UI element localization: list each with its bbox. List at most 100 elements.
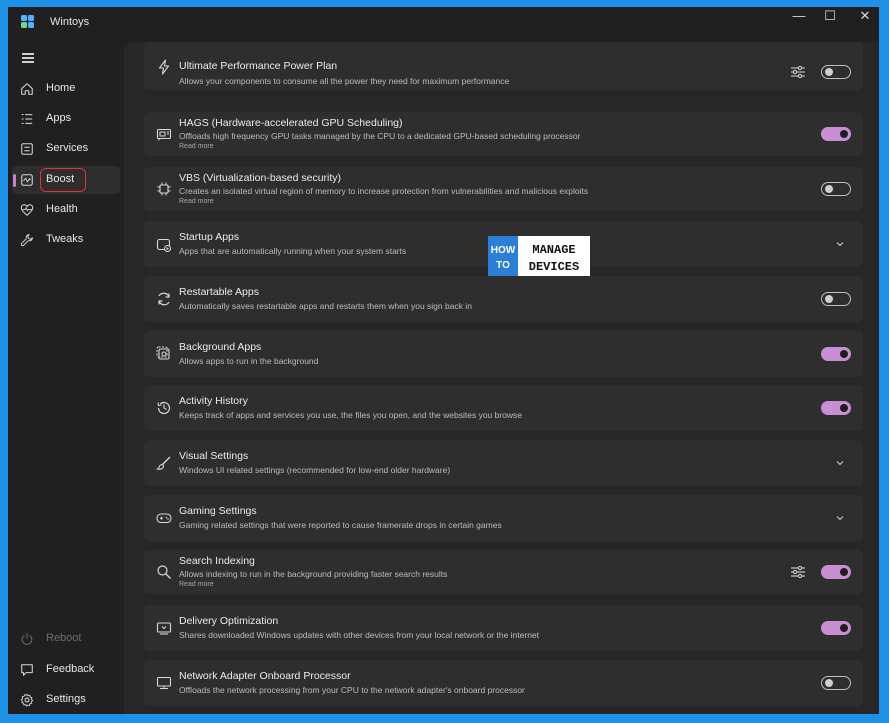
setting-title: Visual Settings: [179, 450, 249, 462]
network-adapter-toggle[interactable]: [821, 676, 851, 690]
sidebar-item-health[interactable]: Health: [12, 196, 120, 224]
setting-title: Search Indexing: [179, 555, 255, 567]
setting-description: Windows UI related settings (recommended…: [179, 465, 451, 475]
sidebar-item-label: Health: [46, 203, 78, 215]
gamepad-icon: [156, 513, 172, 524]
svg-text:TO: TO: [496, 260, 510, 271]
services-icon: [21, 143, 33, 155]
setting-card-search-indexing: Search Indexing Allows indexing to run i…: [144, 550, 863, 594]
sidebar-item-label: Settings: [46, 693, 86, 705]
highlight-annotation: [40, 168, 86, 192]
setting-description: Shares downloaded Windows updates with o…: [179, 630, 540, 640]
hags-toggle[interactable]: [821, 127, 851, 141]
startup-apps-icon: [156, 238, 171, 252]
refresh-icon: [158, 292, 170, 306]
delivery-optimization-icon: [156, 622, 172, 635]
ultimate-performance-toggle[interactable]: [821, 65, 851, 79]
sidebar-item-apps[interactable]: Apps: [12, 105, 120, 133]
background-apps-icon: [156, 346, 170, 360]
sidebar-item-reboot: Reboot: [12, 625, 120, 653]
setting-card-restartable-apps: Restartable Apps Automatically saves res…: [144, 276, 863, 322]
setting-description: Apps that are automatically running when…: [179, 246, 407, 256]
delivery-optimization-toggle[interactable]: [821, 621, 851, 635]
setting-card-visual-settings[interactable]: Visual Settings Windows UI related setti…: [144, 440, 863, 486]
sidebar-item-services[interactable]: Services: [12, 135, 120, 163]
setting-title: Background Apps: [179, 341, 262, 353]
sidebar-item-label: Home: [46, 82, 76, 94]
tune-settings-icon[interactable]: [791, 566, 805, 578]
window-title: Wintoys: [50, 16, 90, 28]
sidebar-item-label: Feedback: [46, 663, 95, 675]
svg-text:MANAGE: MANAGE: [532, 243, 575, 257]
network-adapter-icon: [156, 676, 172, 690]
sidebar-item-label: Tweaks: [46, 233, 84, 245]
svg-text:HOW: HOW: [491, 245, 516, 256]
setting-title: Delivery Optimization: [179, 615, 279, 627]
vbs-toggle[interactable]: [821, 182, 851, 196]
setting-card-delivery-optimization: Delivery Optimization Shares downloaded …: [144, 605, 863, 651]
setting-card-network-adapter: Network Adapter Onboard Processor Offloa…: [144, 660, 863, 706]
heart-pulse-icon: [20, 204, 34, 216]
howtomanagedevices-watermark-logo: HOW TO MANAGE DEVICES: [488, 236, 590, 276]
setting-title: VBS (Virtualization-based security): [179, 172, 342, 184]
sidebar-item-tweaks[interactable]: Tweaks: [12, 226, 120, 254]
search-indexing-toggle[interactable]: [821, 565, 851, 579]
sidebar-item-feedback[interactable]: Feedback: [12, 656, 120, 684]
home-icon: [21, 83, 33, 95]
boost-icon: [21, 174, 33, 186]
setting-description: Keeps track of apps and services you use…: [179, 410, 523, 420]
background-apps-toggle[interactable]: [821, 347, 851, 361]
chevron-down-icon[interactable]: [835, 459, 845, 467]
feedback-icon: [21, 664, 33, 676]
read-more-link[interactable]: Read more: [179, 581, 214, 588]
read-more-link[interactable]: Read more: [179, 198, 214, 205]
chip-icon: [157, 182, 171, 196]
setting-card-ultimate-performance: Ultimate Performance Power Plan Allows y…: [144, 42, 863, 90]
setting-title: Activity History: [179, 395, 248, 407]
setting-description: Gaming related settings that were report…: [179, 520, 502, 530]
gpu-icon: [156, 128, 172, 141]
app-window: Wintoys — ☐ ✕ Home Apps Services Boost H…: [8, 7, 879, 714]
lightning-icon: [158, 59, 170, 75]
activity-history-toggle[interactable]: [821, 401, 851, 415]
setting-description: Allows apps to run in the background: [179, 356, 319, 366]
sidebar-item-settings[interactable]: Settings: [12, 686, 120, 714]
history-icon: [157, 401, 171, 415]
title-bar: Wintoys — ☐ ✕: [8, 7, 879, 39]
restartable-apps-toggle[interactable]: [821, 292, 851, 306]
svg-text:DEVICES: DEVICES: [529, 260, 579, 274]
close-button[interactable]: ✕: [848, 7, 879, 37]
setting-card-background-apps: Background Apps Allows apps to run in th…: [144, 331, 863, 377]
setting-title: Ultimate Performance Power Plan: [179, 60, 338, 72]
sidebar-item-label: Apps: [46, 112, 72, 124]
setting-title: Restartable Apps: [179, 286, 259, 298]
setting-title: HAGS (Hardware-accelerated GPU Schedulin…: [179, 117, 403, 129]
maximize-button[interactable]: ☐: [813, 7, 847, 37]
sidebar-item-home[interactable]: Home: [12, 75, 120, 103]
setting-card-gaming-settings[interactable]: Gaming Settings Gaming related settings …: [144, 495, 863, 541]
wrench-icon: [20, 234, 33, 247]
power-icon: [21, 633, 33, 645]
chevron-down-icon[interactable]: [835, 514, 845, 522]
setting-description: Allows indexing to run in the background…: [179, 569, 448, 579]
setting-title: Gaming Settings: [179, 505, 257, 517]
wintoys-logo-icon: [21, 15, 35, 29]
read-more-link[interactable]: Read more: [179, 143, 214, 150]
setting-description: Automatically saves restartable apps and…: [179, 301, 472, 311]
menu-toggle-icon[interactable]: [22, 53, 34, 63]
brush-icon: [156, 456, 171, 470]
sidebar-item-boost[interactable]: Boost: [12, 166, 120, 194]
search-icon: [157, 565, 171, 579]
setting-title: Network Adapter Onboard Processor: [179, 670, 351, 682]
sidebar-item-label: Services: [46, 142, 89, 154]
minimize-button[interactable]: —: [782, 7, 816, 37]
chevron-down-icon[interactable]: [835, 240, 845, 248]
setting-card-hags: HAGS (Hardware-accelerated GPU Schedulin…: [144, 112, 863, 156]
setting-description: Offloads the network processing from you…: [179, 685, 525, 695]
boost-settings-panel: Ultimate Performance Power Plan Allows y…: [124, 42, 879, 714]
setting-description: Creates an isolated virtual region of me…: [179, 186, 589, 196]
tune-settings-icon[interactable]: [791, 66, 805, 78]
setting-description: Allows your components to consume all th…: [179, 76, 510, 86]
setting-description: Offloads high frequency GPU tasks manage…: [179, 131, 581, 141]
gear-icon: [20, 693, 34, 707]
